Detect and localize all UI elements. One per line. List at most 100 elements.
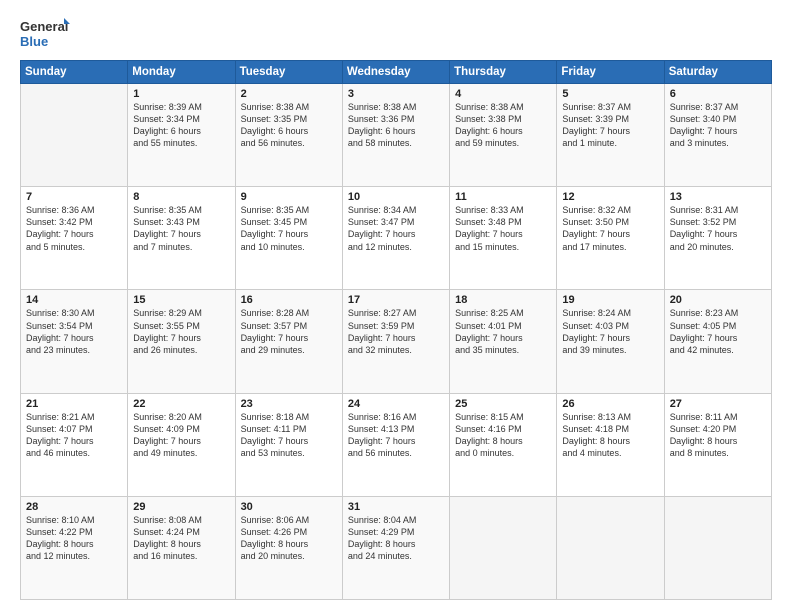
day-number: 3 xyxy=(348,88,444,100)
svg-text:Blue: Blue xyxy=(20,34,48,49)
calendar-cell: 2Sunrise: 8:38 AM Sunset: 3:35 PM Daylig… xyxy=(235,84,342,187)
weekday-header-sunday: Sunday xyxy=(21,61,128,84)
calendar-cell: 11Sunrise: 8:33 AM Sunset: 3:48 PM Dayli… xyxy=(450,187,557,290)
weekday-header-tuesday: Tuesday xyxy=(235,61,342,84)
calendar-cell: 15Sunrise: 8:29 AM Sunset: 3:55 PM Dayli… xyxy=(128,290,235,393)
calendar-cell: 7Sunrise: 8:36 AM Sunset: 3:42 PM Daylig… xyxy=(21,187,128,290)
calendar-week-5: 28Sunrise: 8:10 AM Sunset: 4:22 PM Dayli… xyxy=(21,496,772,599)
calendar-week-2: 7Sunrise: 8:36 AM Sunset: 3:42 PM Daylig… xyxy=(21,187,772,290)
day-number: 9 xyxy=(241,191,337,203)
day-info: Sunrise: 8:25 AM Sunset: 4:01 PM Dayligh… xyxy=(455,307,551,356)
day-info: Sunrise: 8:11 AM Sunset: 4:20 PM Dayligh… xyxy=(670,411,766,460)
day-number: 6 xyxy=(670,88,766,100)
day-info: Sunrise: 8:21 AM Sunset: 4:07 PM Dayligh… xyxy=(26,411,122,460)
calendar-cell: 8Sunrise: 8:35 AM Sunset: 3:43 PM Daylig… xyxy=(128,187,235,290)
day-number: 16 xyxy=(241,294,337,306)
calendar-cell: 14Sunrise: 8:30 AM Sunset: 3:54 PM Dayli… xyxy=(21,290,128,393)
calendar-cell: 9Sunrise: 8:35 AM Sunset: 3:45 PM Daylig… xyxy=(235,187,342,290)
day-info: Sunrise: 8:24 AM Sunset: 4:03 PM Dayligh… xyxy=(562,307,658,356)
day-number: 11 xyxy=(455,191,551,203)
calendar-cell: 27Sunrise: 8:11 AM Sunset: 4:20 PM Dayli… xyxy=(664,393,771,496)
day-info: Sunrise: 8:37 AM Sunset: 3:39 PM Dayligh… xyxy=(562,101,658,150)
day-number: 21 xyxy=(26,398,122,410)
calendar-cell: 12Sunrise: 8:32 AM Sunset: 3:50 PM Dayli… xyxy=(557,187,664,290)
logo-svg: General Blue xyxy=(20,16,70,52)
calendar-week-3: 14Sunrise: 8:30 AM Sunset: 3:54 PM Dayli… xyxy=(21,290,772,393)
day-info: Sunrise: 8:13 AM Sunset: 4:18 PM Dayligh… xyxy=(562,411,658,460)
calendar-cell: 6Sunrise: 8:37 AM Sunset: 3:40 PM Daylig… xyxy=(664,84,771,187)
day-info: Sunrise: 8:35 AM Sunset: 3:43 PM Dayligh… xyxy=(133,204,229,253)
calendar-cell: 4Sunrise: 8:38 AM Sunset: 3:38 PM Daylig… xyxy=(450,84,557,187)
page-header: General Blue xyxy=(20,16,772,52)
day-number: 5 xyxy=(562,88,658,100)
day-info: Sunrise: 8:29 AM Sunset: 3:55 PM Dayligh… xyxy=(133,307,229,356)
day-number: 1 xyxy=(133,88,229,100)
weekday-header-wednesday: Wednesday xyxy=(342,61,449,84)
calendar-cell: 29Sunrise: 8:08 AM Sunset: 4:24 PM Dayli… xyxy=(128,496,235,599)
day-info: Sunrise: 8:38 AM Sunset: 3:35 PM Dayligh… xyxy=(241,101,337,150)
day-info: Sunrise: 8:30 AM Sunset: 3:54 PM Dayligh… xyxy=(26,307,122,356)
calendar-cell xyxy=(21,84,128,187)
day-number: 7 xyxy=(26,191,122,203)
day-number: 25 xyxy=(455,398,551,410)
day-info: Sunrise: 8:10 AM Sunset: 4:22 PM Dayligh… xyxy=(26,514,122,563)
day-info: Sunrise: 8:37 AM Sunset: 3:40 PM Dayligh… xyxy=(670,101,766,150)
calendar-cell: 31Sunrise: 8:04 AM Sunset: 4:29 PM Dayli… xyxy=(342,496,449,599)
calendar-cell xyxy=(664,496,771,599)
day-number: 27 xyxy=(670,398,766,410)
day-info: Sunrise: 8:20 AM Sunset: 4:09 PM Dayligh… xyxy=(133,411,229,460)
day-info: Sunrise: 8:32 AM Sunset: 3:50 PM Dayligh… xyxy=(562,204,658,253)
day-number: 13 xyxy=(670,191,766,203)
day-info: Sunrise: 8:33 AM Sunset: 3:48 PM Dayligh… xyxy=(455,204,551,253)
weekday-header-row: SundayMondayTuesdayWednesdayThursdayFrid… xyxy=(21,61,772,84)
calendar-cell: 18Sunrise: 8:25 AM Sunset: 4:01 PM Dayli… xyxy=(450,290,557,393)
day-number: 12 xyxy=(562,191,658,203)
day-info: Sunrise: 8:35 AM Sunset: 3:45 PM Dayligh… xyxy=(241,204,337,253)
calendar-cell: 17Sunrise: 8:27 AM Sunset: 3:59 PM Dayli… xyxy=(342,290,449,393)
day-info: Sunrise: 8:15 AM Sunset: 4:16 PM Dayligh… xyxy=(455,411,551,460)
day-info: Sunrise: 8:36 AM Sunset: 3:42 PM Dayligh… xyxy=(26,204,122,253)
calendar-cell: 25Sunrise: 8:15 AM Sunset: 4:16 PM Dayli… xyxy=(450,393,557,496)
calendar-cell xyxy=(557,496,664,599)
day-number: 26 xyxy=(562,398,658,410)
weekday-header-monday: Monday xyxy=(128,61,235,84)
day-number: 22 xyxy=(133,398,229,410)
calendar-cell: 28Sunrise: 8:10 AM Sunset: 4:22 PM Dayli… xyxy=(21,496,128,599)
calendar-cell: 23Sunrise: 8:18 AM Sunset: 4:11 PM Dayli… xyxy=(235,393,342,496)
calendar-cell: 16Sunrise: 8:28 AM Sunset: 3:57 PM Dayli… xyxy=(235,290,342,393)
day-number: 14 xyxy=(26,294,122,306)
calendar-cell: 10Sunrise: 8:34 AM Sunset: 3:47 PM Dayli… xyxy=(342,187,449,290)
calendar-table: SundayMondayTuesdayWednesdayThursdayFrid… xyxy=(20,60,772,600)
calendar-cell: 30Sunrise: 8:06 AM Sunset: 4:26 PM Dayli… xyxy=(235,496,342,599)
day-info: Sunrise: 8:06 AM Sunset: 4:26 PM Dayligh… xyxy=(241,514,337,563)
day-number: 28 xyxy=(26,501,122,513)
day-number: 23 xyxy=(241,398,337,410)
weekday-header-thursday: Thursday xyxy=(450,61,557,84)
day-info: Sunrise: 8:39 AM Sunset: 3:34 PM Dayligh… xyxy=(133,101,229,150)
calendar-cell: 24Sunrise: 8:16 AM Sunset: 4:13 PM Dayli… xyxy=(342,393,449,496)
day-info: Sunrise: 8:08 AM Sunset: 4:24 PM Dayligh… xyxy=(133,514,229,563)
day-number: 4 xyxy=(455,88,551,100)
day-info: Sunrise: 8:16 AM Sunset: 4:13 PM Dayligh… xyxy=(348,411,444,460)
calendar-cell: 5Sunrise: 8:37 AM Sunset: 3:39 PM Daylig… xyxy=(557,84,664,187)
day-info: Sunrise: 8:04 AM Sunset: 4:29 PM Dayligh… xyxy=(348,514,444,563)
day-number: 31 xyxy=(348,501,444,513)
svg-text:General: General xyxy=(20,19,68,34)
day-info: Sunrise: 8:34 AM Sunset: 3:47 PM Dayligh… xyxy=(348,204,444,253)
calendar-cell: 3Sunrise: 8:38 AM Sunset: 3:36 PM Daylig… xyxy=(342,84,449,187)
calendar-cell: 19Sunrise: 8:24 AM Sunset: 4:03 PM Dayli… xyxy=(557,290,664,393)
calendar-cell: 21Sunrise: 8:21 AM Sunset: 4:07 PM Dayli… xyxy=(21,393,128,496)
calendar-cell: 26Sunrise: 8:13 AM Sunset: 4:18 PM Dayli… xyxy=(557,393,664,496)
day-number: 17 xyxy=(348,294,444,306)
day-info: Sunrise: 8:23 AM Sunset: 4:05 PM Dayligh… xyxy=(670,307,766,356)
day-info: Sunrise: 8:18 AM Sunset: 4:11 PM Dayligh… xyxy=(241,411,337,460)
calendar-cell: 1Sunrise: 8:39 AM Sunset: 3:34 PM Daylig… xyxy=(128,84,235,187)
weekday-header-saturday: Saturday xyxy=(664,61,771,84)
day-info: Sunrise: 8:38 AM Sunset: 3:36 PM Dayligh… xyxy=(348,101,444,150)
weekday-header-friday: Friday xyxy=(557,61,664,84)
calendar-cell: 22Sunrise: 8:20 AM Sunset: 4:09 PM Dayli… xyxy=(128,393,235,496)
calendar-cell xyxy=(450,496,557,599)
calendar-cell: 20Sunrise: 8:23 AM Sunset: 4:05 PM Dayli… xyxy=(664,290,771,393)
day-number: 8 xyxy=(133,191,229,203)
day-number: 18 xyxy=(455,294,551,306)
